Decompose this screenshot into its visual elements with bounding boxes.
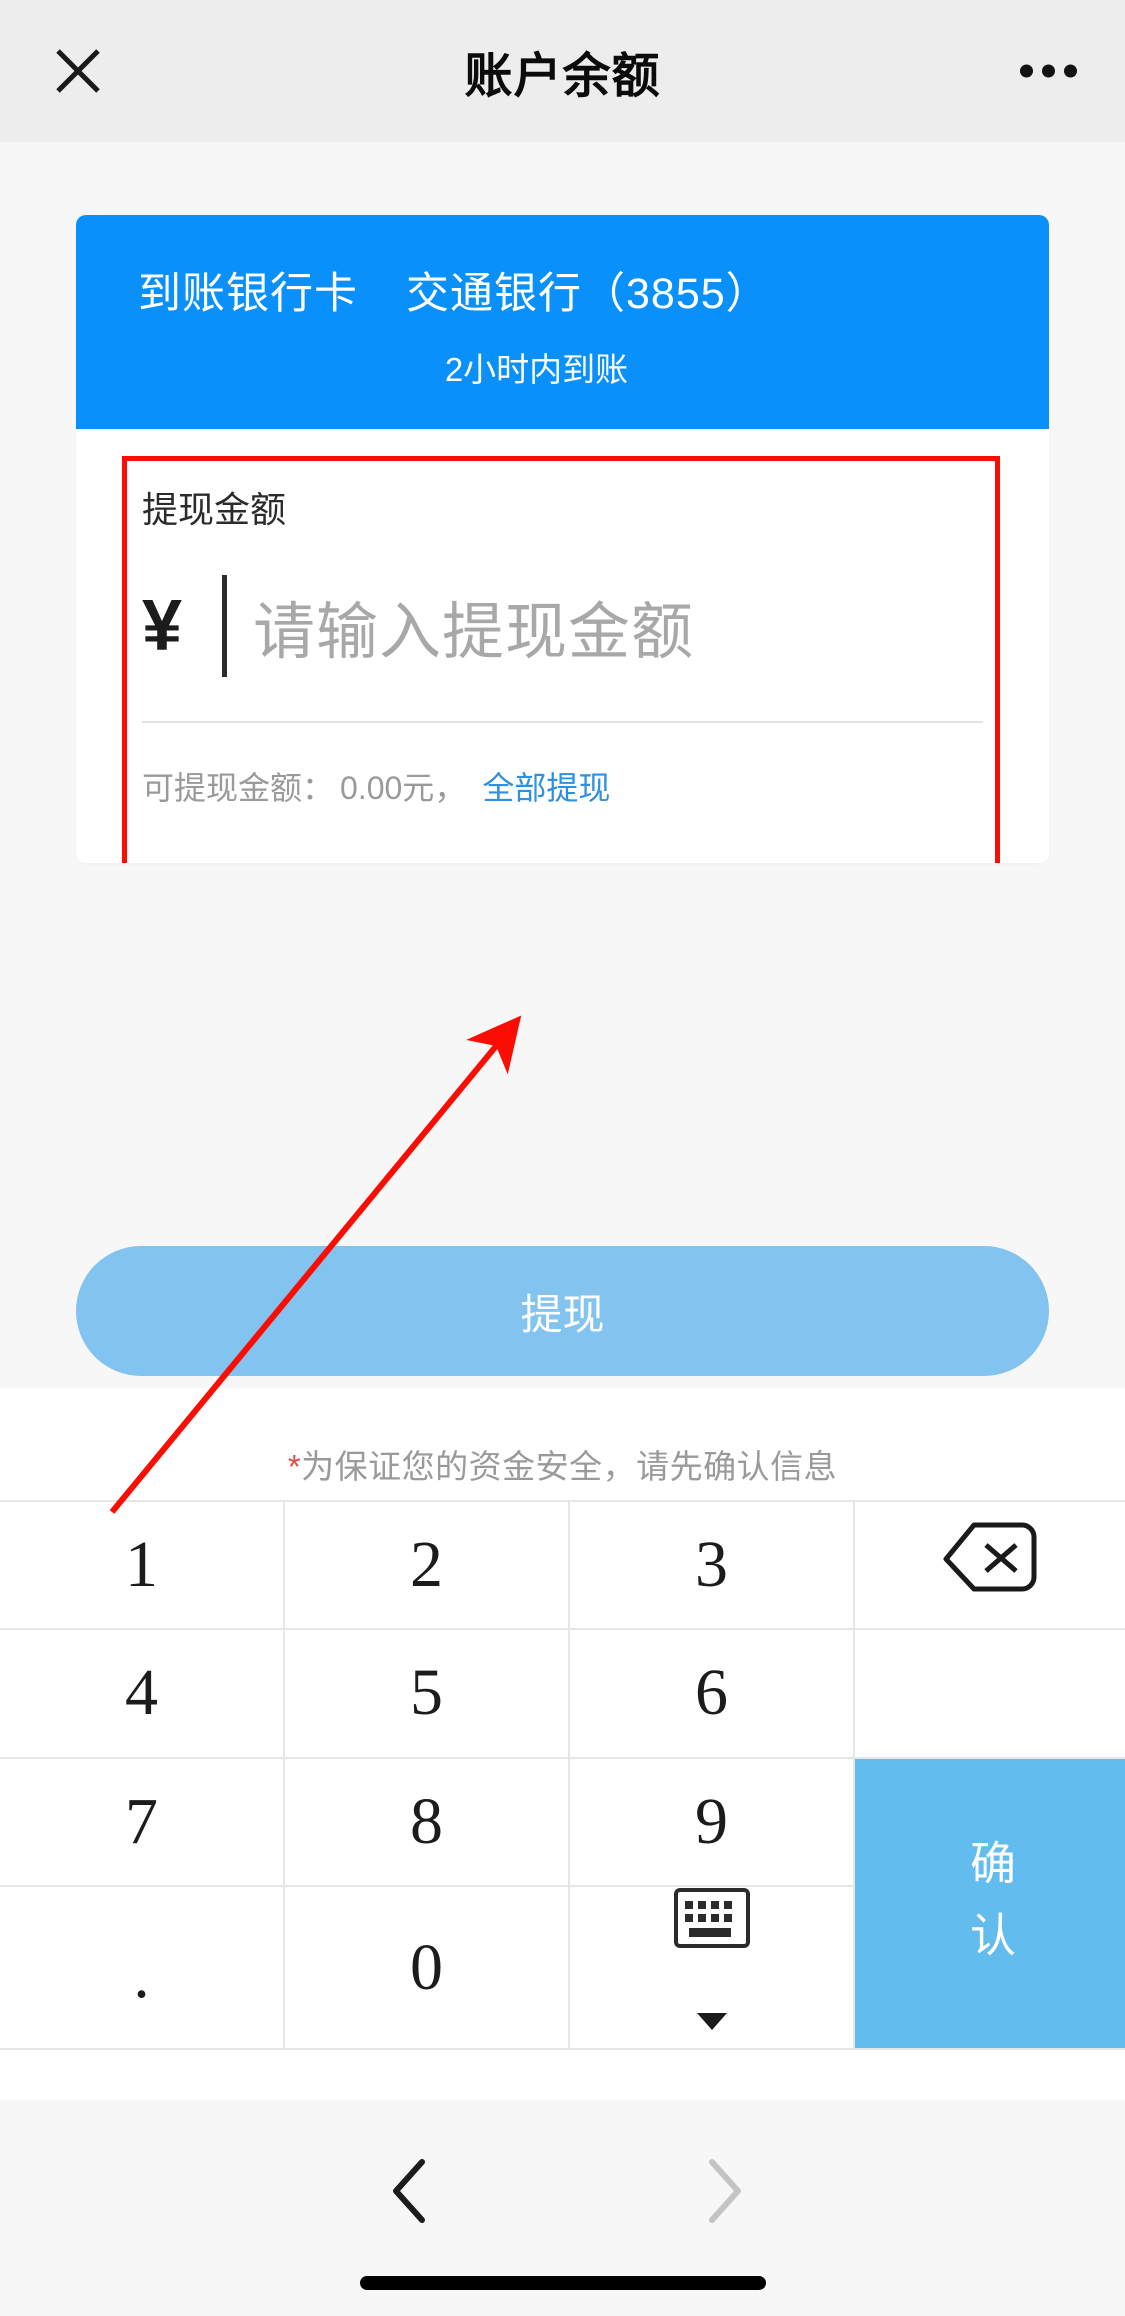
key-decimal-point[interactable]: . xyxy=(0,1887,283,2048)
close-icon xyxy=(52,45,104,97)
bottom-navigation xyxy=(0,2100,1125,2316)
balance-row: 可提现金额： 0.00元， 全部提现 xyxy=(76,723,1049,809)
withdraw-submit-button[interactable]: 提现 xyxy=(76,1246,1049,1376)
balance-value: 0.00元， xyxy=(340,770,467,806)
bank-card-name: 交通银行（3855） xyxy=(406,270,770,318)
more-options-button[interactable] xyxy=(1020,64,1077,78)
text-cursor xyxy=(222,575,228,677)
key-6[interactable]: 6 xyxy=(570,1630,853,1757)
bank-card-row: 到账银行卡 交通银行（3855） xyxy=(76,259,1049,321)
chevron-right-icon xyxy=(700,2159,746,2228)
key-4[interactable]: 4 xyxy=(0,1630,283,1757)
required-asterisk: * xyxy=(287,1448,302,1485)
numeric-keypad: 1 2 3 4 5 6 7 8 9 确认 . 0 xyxy=(0,1500,1125,2050)
home-indicator xyxy=(359,2276,766,2290)
confirm-button[interactable]: 确认 xyxy=(855,1758,1125,2048)
more-options-icon xyxy=(1064,64,1077,78)
key-3[interactable]: 3 xyxy=(570,1502,853,1629)
withdraw-all-link[interactable]: 全部提现 xyxy=(482,763,610,809)
chevron-down-icon xyxy=(695,1972,729,2048)
bank-card-banner[interactable]: 到账银行卡 交通银行（3855） 2小时内到账 xyxy=(76,215,1049,429)
withdrawal-card: 到账银行卡 交通银行（3855） 2小时内到账 提现金额 ¥ 请输入提现金额 可… xyxy=(76,215,1049,863)
key-2[interactable]: 2 xyxy=(285,1502,568,1629)
page-title: 账户余额 xyxy=(464,50,661,103)
currency-symbol: ¥ xyxy=(142,586,183,666)
nav-forward-button[interactable] xyxy=(700,2158,746,2229)
amount-input-row[interactable]: ¥ 请输入提现金额 xyxy=(76,533,1049,683)
page-body: 到账银行卡 交通银行（3855） 2小时内到账 提现金额 ¥ 请输入提现金额 可… xyxy=(0,142,1125,1388)
balance-label: 可提现金额： xyxy=(142,770,335,806)
more-options-icon xyxy=(1042,64,1055,78)
amount-input[interactable]: 请输入提现金额 xyxy=(253,581,694,671)
key-8[interactable]: 8 xyxy=(285,1758,568,1885)
chevron-left-icon xyxy=(388,2159,434,2228)
key-5[interactable]: 5 xyxy=(285,1630,568,1757)
backspace-icon xyxy=(940,1519,1040,1612)
key-9[interactable]: 9 xyxy=(570,1758,853,1885)
key-1[interactable]: 1 xyxy=(0,1502,283,1629)
amount-section: 提现金额 ¥ 请输入提现金额 可提现金额： 0.00元， 全部提现 xyxy=(76,429,1049,863)
key-0[interactable]: 0 xyxy=(285,1887,568,2048)
backspace-button[interactable] xyxy=(855,1502,1125,1629)
hide-keyboard-icon xyxy=(673,1887,751,1966)
app-header: 账户余额 xyxy=(0,0,1125,142)
arrival-note: 2小时内到账 xyxy=(444,351,629,388)
key-7[interactable]: 7 xyxy=(0,1758,283,1885)
bank-card-label: 到账银行卡 xyxy=(138,270,358,318)
security-notice: *为保证您的资金安全，请先确认信息 xyxy=(0,1388,1125,1488)
more-options-icon xyxy=(1020,64,1033,78)
hide-keyboard-button[interactable] xyxy=(570,1887,853,2048)
keypad-blank-cell xyxy=(855,1630,1125,1757)
security-notice-text: 为保证您的资金安全，请先确认信息 xyxy=(301,1448,838,1485)
keyboard-area: *为保证您的资金安全，请先确认信息 1 2 3 4 5 6 7 8 9 确认 .… xyxy=(0,1388,1125,2316)
close-button[interactable] xyxy=(50,43,106,99)
amount-label: 提现金额 xyxy=(142,489,287,530)
nav-back-button[interactable] xyxy=(388,2158,434,2229)
